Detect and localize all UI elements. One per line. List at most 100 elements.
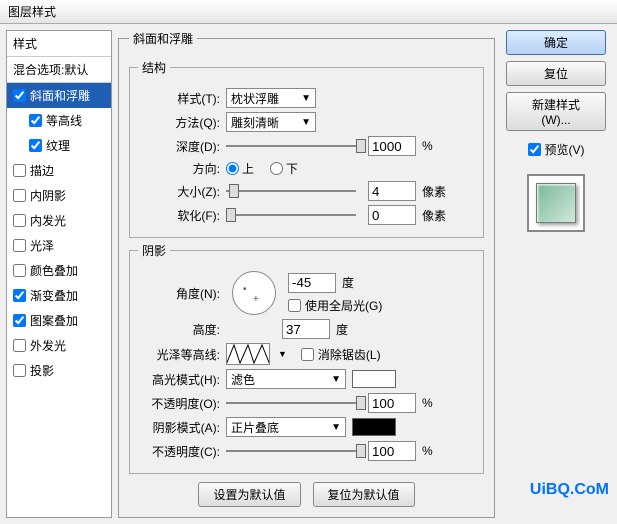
gloss-contour-picker[interactable] (226, 343, 270, 365)
style-item-checkbox[interactable] (13, 339, 26, 352)
angle-label: 角度(N): (138, 285, 220, 302)
bevel-legend: 斜面和浮雕 (129, 30, 197, 47)
style-item-checkbox[interactable] (13, 314, 26, 327)
style-item-checkbox[interactable] (29, 114, 42, 127)
style-item-label: 描边 (30, 162, 54, 179)
blend-options[interactable]: 混合选项:默认 (7, 57, 111, 83)
soften-label: 软化(F): (138, 207, 220, 224)
soften-slider[interactable] (226, 206, 356, 224)
shadow-color-swatch[interactable] (352, 418, 396, 436)
titlebar: 图层样式 (0, 0, 617, 24)
direction-up-radio[interactable]: 上 (226, 160, 254, 177)
technique-dropdown[interactable]: 雕刻清晰▼ (226, 112, 316, 132)
style-item-checkbox[interactable] (13, 164, 26, 177)
depth-input[interactable] (368, 136, 416, 156)
structure-legend: 结构 (138, 59, 170, 76)
style-item-label: 纹理 (46, 137, 70, 154)
px-label: 像素 (422, 183, 446, 200)
angle-dial[interactable]: + • (232, 271, 276, 315)
highlight-mode-dropdown[interactable]: 滤色▼ (226, 369, 346, 389)
shadow-opacity-label: 不透明度(C): (138, 443, 220, 460)
styles-header: 样式 (7, 31, 111, 57)
make-default-button[interactable]: 设置为默认值 (198, 482, 300, 507)
chevron-down-icon: ▼ (301, 93, 311, 104)
highlight-mode-label: 高光模式(H): (138, 371, 220, 388)
technique-label: 方法(Q): (138, 114, 220, 131)
style-item-label: 内阴影 (30, 187, 66, 204)
style-item-9[interactable]: 图案叠加 (7, 308, 111, 333)
style-item-label: 渐变叠加 (30, 287, 78, 304)
highlight-opacity-label: 不透明度(O): (138, 395, 220, 412)
reset-default-button[interactable]: 复位为默认值 (313, 482, 415, 507)
style-item-8[interactable]: 渐变叠加 (7, 283, 111, 308)
style-item-label: 颜色叠加 (30, 262, 78, 279)
soften-input[interactable] (368, 205, 416, 225)
style-item-label: 外发光 (30, 337, 66, 354)
angle-input[interactable] (288, 273, 336, 293)
style-item-label: 图案叠加 (30, 312, 78, 329)
highlight-opacity-input[interactable] (368, 393, 416, 413)
style-item-checkbox[interactable] (13, 189, 26, 202)
style-item-11[interactable]: 投影 (7, 358, 111, 383)
chevron-down-icon: ▼ (301, 117, 311, 128)
highlight-opacity-slider[interactable] (226, 394, 356, 412)
shadow-opacity-input[interactable] (368, 441, 416, 461)
px-label2: 像素 (422, 207, 446, 224)
direction-label: 方向: (138, 160, 220, 177)
bevel-emboss-group: 斜面和浮雕 结构 样式(T): 枕状浮雕▼ 方法(Q): 雕刻清晰▼ 深度(D (118, 30, 495, 518)
style-item-7[interactable]: 颜色叠加 (7, 258, 111, 283)
shadow-mode-dropdown[interactable]: 正片叠底▼ (226, 417, 346, 437)
style-preview-thumbnail (527, 174, 585, 232)
style-item-checkbox[interactable] (29, 139, 42, 152)
styles-panel: 样式 混合选项:默认 斜面和浮雕等高线纹理描边内阴影内发光光泽颜色叠加渐变叠加图… (6, 30, 112, 518)
shading-legend: 阴影 (138, 242, 170, 259)
style-item-checkbox[interactable] (13, 214, 26, 227)
deg-label: 度 (342, 274, 354, 291)
gloss-label: 光泽等高线: (138, 346, 220, 363)
style-dropdown[interactable]: 枕状浮雕▼ (226, 88, 316, 108)
style-item-label: 斜面和浮雕 (30, 87, 90, 104)
style-item-2[interactable]: 纹理 (7, 133, 111, 158)
style-item-10[interactable]: 外发光 (7, 333, 111, 358)
preview-checkbox[interactable]: 预览(V) (528, 141, 585, 158)
style-item-1[interactable]: 等高线 (7, 108, 111, 133)
style-item-6[interactable]: 光泽 (7, 233, 111, 258)
window-title: 图层样式 (8, 3, 56, 20)
style-item-checkbox[interactable] (13, 289, 26, 302)
style-item-checkbox[interactable] (13, 264, 26, 277)
chevron-down-icon: ▼ (331, 374, 341, 385)
style-label: 样式(T): (138, 90, 220, 107)
size-slider[interactable] (226, 182, 356, 200)
global-light-checkbox[interactable]: 使用全局光(G) (288, 297, 382, 314)
highlight-color-swatch[interactable] (352, 370, 396, 388)
shadow-opacity-slider[interactable] (226, 442, 356, 460)
style-item-checkbox[interactable] (13, 364, 26, 377)
depth-label: 深度(D): (138, 138, 220, 155)
style-item-label: 等高线 (46, 112, 82, 129)
altitude-label: 高度: (138, 321, 220, 338)
style-item-0[interactable]: 斜面和浮雕 (7, 83, 111, 108)
style-item-label: 光泽 (30, 237, 54, 254)
structure-group: 结构 样式(T): 枕状浮雕▼ 方法(Q): 雕刻清晰▼ 深度(D): (129, 59, 484, 238)
style-item-5[interactable]: 内发光 (7, 208, 111, 233)
style-item-3[interactable]: 描边 (7, 158, 111, 183)
style-item-checkbox[interactable] (13, 89, 26, 102)
style-item-checkbox[interactable] (13, 239, 26, 252)
watermark: UiBQ.CoM (530, 481, 609, 499)
altitude-input[interactable] (282, 319, 330, 339)
deg-label2: 度 (336, 321, 348, 338)
direction-down-radio[interactable]: 下 (270, 160, 298, 177)
reset-button[interactable]: 复位 (506, 61, 606, 86)
shading-group: 阴影 角度(N): + • 度 使用全局光(G) (129, 242, 484, 474)
antialias-checkbox[interactable]: 消除锯齿(L) (301, 346, 381, 363)
new-style-button[interactable]: 新建样式(W)... (506, 92, 606, 131)
shadow-mode-label: 阴影模式(A): (138, 419, 220, 436)
size-label: 大小(Z): (138, 183, 220, 200)
depth-slider[interactable] (226, 137, 356, 155)
chevron-down-icon: ▼ (331, 422, 341, 433)
chevron-down-icon[interactable]: ▼ (278, 349, 287, 359)
ok-button[interactable]: 确定 (506, 30, 606, 55)
style-item-label: 投影 (30, 362, 54, 379)
style-item-4[interactable]: 内阴影 (7, 183, 111, 208)
size-input[interactable] (368, 181, 416, 201)
